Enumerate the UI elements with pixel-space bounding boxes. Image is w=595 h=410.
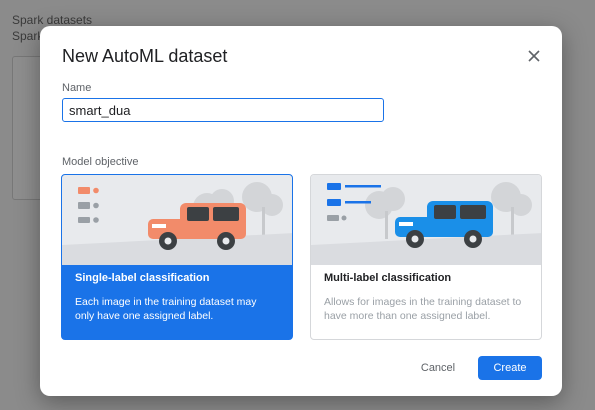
dialog-title: New AutoML dataset — [62, 46, 228, 66]
single-label-description: Each image in the training dataset may o… — [75, 296, 257, 322]
single-label-option-card[interactable]: Single-label classification Each image i… — [61, 174, 293, 340]
close-button[interactable] — [524, 46, 544, 66]
multi-label-illustration — [311, 175, 541, 265]
background-title: Spark datasets — [12, 13, 93, 27]
background-subtitle: Spark — [12, 29, 44, 43]
single-label-title: Single-label classification — [75, 272, 210, 284]
multi-label-description: Allows for images in the training datase… — [324, 296, 522, 322]
model-objective-label: Model objective — [62, 156, 139, 168]
cancel-button[interactable]: Cancel — [408, 356, 468, 380]
new-dataset-dialog: New AutoML dataset Name Model objective — [40, 26, 562, 396]
multi-label-title: Multi-label classification — [324, 272, 452, 284]
create-button[interactable]: Create — [478, 356, 542, 380]
name-input[interactable] — [62, 98, 384, 122]
name-label: Name — [62, 82, 92, 94]
multi-label-option-card[interactable]: Multi-label classification Allows for im… — [310, 174, 542, 340]
close-icon — [528, 50, 540, 62]
single-label-illustration — [62, 175, 292, 265]
